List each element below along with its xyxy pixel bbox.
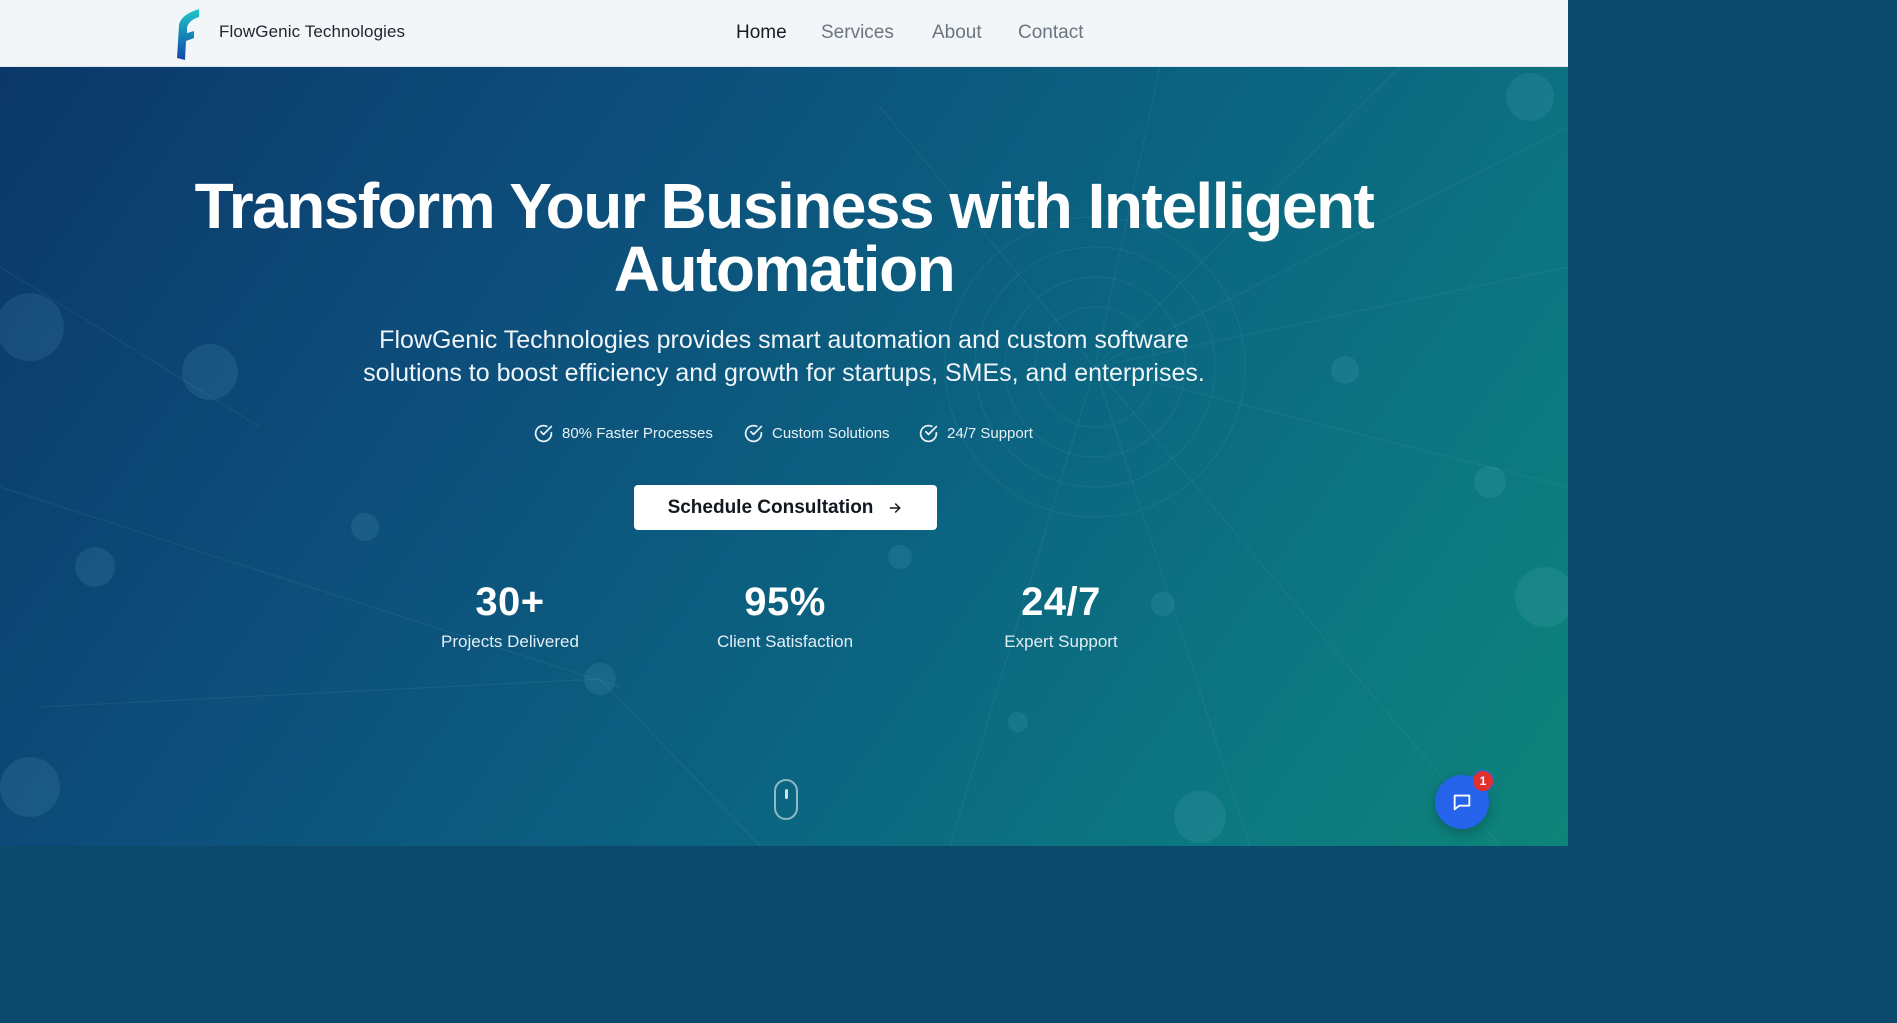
feature-label: Custom Solutions: [772, 424, 890, 442]
nav-contact[interactable]: Contact: [1018, 22, 1083, 44]
mouse-scroll-icon[interactable]: [774, 779, 798, 820]
arrow-right-icon: [890, 502, 901, 513]
stat-label: Expert Support: [1004, 632, 1118, 651]
stat-value: 95%: [744, 580, 826, 624]
check-circle-icon: [919, 424, 938, 442]
schedule-consultation-button[interactable]: Schedule Consultation: [634, 485, 937, 530]
hero-title-line1: Transform Your Business with Intelligent: [194, 170, 1375, 242]
hero-subtitle-line1: FlowGenic Technologies provides smart au…: [379, 326, 1189, 354]
feature-custom-solutions: Custom Solutions: [743, 422, 890, 444]
feature-faster-processes: 80% Faster Processes: [533, 422, 713, 444]
feature-label: 80% Faster Processes: [562, 424, 713, 442]
cta-label: Schedule Consultation: [667, 496, 874, 518]
check-circle-icon: [744, 424, 763, 442]
hero-section: Transform Your Business with Intelligent…: [0, 67, 1568, 846]
check-circle-icon: [534, 424, 553, 442]
stat-label: Projects Delivered: [441, 632, 579, 651]
nav-home[interactable]: Home: [736, 22, 787, 44]
feature-label: 24/7 Support: [947, 424, 1033, 442]
stat-value: 24/7: [1021, 580, 1101, 624]
nav-about[interactable]: About: [932, 22, 982, 44]
nav-services[interactable]: Services: [821, 22, 894, 44]
stat-value: 30+: [475, 580, 545, 624]
hero-subtitle-line2: solutions to boost efficiency and growth…: [363, 359, 1205, 387]
site-header: FlowGenic Technologies Home Services Abo…: [0, 0, 1568, 67]
brand-name[interactable]: FlowGenic Technologies: [219, 22, 405, 42]
chat-notification-badge: 1: [1472, 770, 1494, 792]
stat-label: Client Satisfaction: [716, 632, 854, 651]
flowgenic-logo[interactable]: [172, 8, 204, 62]
feature-support: 24/7 Support: [918, 422, 1033, 444]
chat-bubble-icon: [1453, 794, 1471, 811]
hero-title-line2: Automation: [613, 233, 956, 305]
mouse-wheel: [785, 789, 788, 799]
